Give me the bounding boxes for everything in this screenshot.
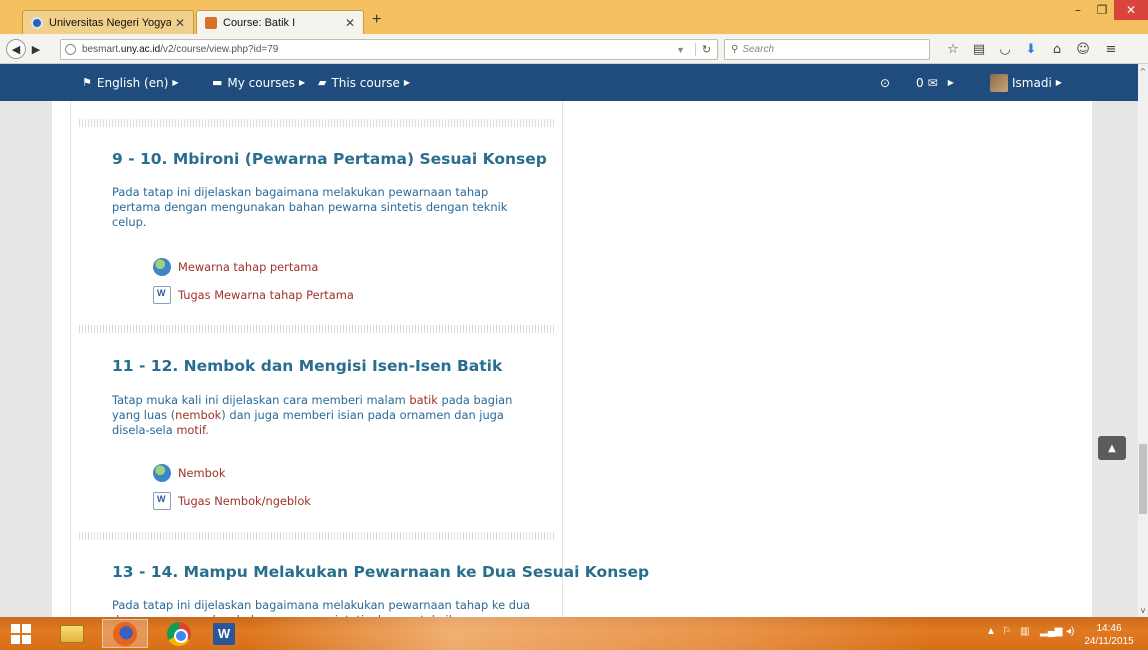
close-icon[interactable]: ✕ <box>345 16 355 30</box>
tab-course-batik[interactable]: Course: Batik I ✕ <box>196 10 364 34</box>
url-icon <box>153 464 171 482</box>
caret-right-icon: ▶ <box>403 78 411 87</box>
section-summary: Tatap muka kali ini dijelaskan cara memb… <box>112 393 513 437</box>
scroll-down-icon[interactable]: v <box>1138 605 1148 615</box>
activity-link[interactable]: Tugas Nembok/ngeblok <box>153 491 311 511</box>
chrome-button[interactable] <box>156 619 202 648</box>
this-course-menu[interactable]: ▰ This course ▶ <box>318 64 410 101</box>
envelope-icon: ✉ <box>927 75 938 90</box>
tab-label: Course: Batik I <box>223 16 296 29</box>
section-title: 11 - 12. Nembok dan Mengisi Isen-Isen Ba… <box>112 357 503 375</box>
section-summary: Pada tatap ini dijelaskan bagaimana mela… <box>112 598 531 617</box>
pocket-icon[interactable]: ◡ <box>996 41 1014 57</box>
section-divider <box>79 325 555 333</box>
url-icon <box>153 258 171 276</box>
activity-link[interactable]: Mewarna tahap pertama <box>153 257 318 277</box>
chrome-icon <box>167 621 191 646</box>
life-ring-icon: ⊙ <box>880 75 891 90</box>
file-explorer-button[interactable] <box>52 619 92 648</box>
taskbar-highlight <box>250 617 930 650</box>
bookmarks-menu-icon[interactable]: ▤ <box>970 41 988 57</box>
user-menu[interactable]: Ismadi ▶ <box>990 64 1062 101</box>
word-button[interactable]: W <box>204 619 244 648</box>
navigation-toolbar: ◀ ▶ besmart.uny.ac.id/v2/course/view.php… <box>0 34 1148 64</box>
assignment-icon <box>153 492 171 510</box>
caret-right-icon: ▶ <box>172 78 179 87</box>
signal-icon[interactable]: ▂▄▆ <box>1040 626 1062 637</box>
avatar <box>990 73 1008 92</box>
scroll-to-top-button[interactable]: ▲ <box>1098 436 1126 460</box>
menu-icon[interactable]: ≡ <box>1102 41 1120 57</box>
reload-icon[interactable]: ↻ <box>695 43 717 56</box>
moodle-favicon-icon <box>205 16 217 29</box>
word-icon: W <box>213 622 235 645</box>
caret-right-icon: ▶ <box>947 78 954 87</box>
caret-right-icon: ▶ <box>1055 78 1062 87</box>
moodle-navbar: ⚑ English (en) ▶ ▬ My courses ▶ ▰ This c… <box>0 64 1148 101</box>
bookmark-star-icon[interactable]: ☆ <box>944 41 962 57</box>
page-column: 9 - 10. Mbironi (Pewarna Pertama) Sesuai… <box>52 101 1092 617</box>
section-divider <box>79 119 555 127</box>
page-viewport: 9 - 10. Mbironi (Pewarna Pertama) Sesuai… <box>0 101 1148 617</box>
windows-logo-icon <box>11 623 31 644</box>
language-menu[interactable]: ⚑ English (en) ▶ <box>82 64 179 101</box>
flag-icon[interactable]: ⚐ <box>1002 626 1011 637</box>
firefox-icon <box>113 621 137 646</box>
search-input[interactable]: ⚲ Search <box>724 39 930 60</box>
section-summary: Pada tatap ini dijelaskan bagaimana mela… <box>112 185 508 229</box>
activity-link[interactable]: Tugas Mewarna tahap Pertama <box>153 285 354 305</box>
system-clock[interactable]: 14:46 24/11/2015 <box>1084 622 1134 648</box>
volume-icon[interactable]: ◂) <box>1066 626 1074 637</box>
new-tab-button[interactable]: + <box>372 11 381 29</box>
restore-button[interactable]: ❐ <box>1090 0 1114 20</box>
caret-right-icon: ▶ <box>299 78 306 87</box>
section-title: 13 - 14. Mampu Melakukan Pewarnaan ke Du… <box>112 563 650 581</box>
course-content: 9 - 10. Mbironi (Pewarna Pertama) Sesuai… <box>71 101 649 617</box>
back-button[interactable]: ◀ <box>6 39 26 59</box>
close-icon[interactable]: ✕ <box>175 16 185 30</box>
dropdown-icon[interactable]: ▼ <box>676 45 685 55</box>
network-icon[interactable]: ▥ <box>1020 626 1029 637</box>
start-button[interactable] <box>6 619 36 648</box>
activity-link[interactable]: Nembok <box>153 463 225 483</box>
forward-button[interactable]: ▶ <box>26 39 46 59</box>
url-text: besmart.uny.ac.id/v2/course/view.php?id=… <box>82 44 279 55</box>
home-icon[interactable]: ⌂ <box>1048 41 1066 57</box>
url-bar[interactable]: besmart.uny.ac.id/v2/course/view.php?id=… <box>60 39 718 60</box>
download-icon[interactable]: ⬇ <box>1022 41 1040 57</box>
scrollbar-thumb[interactable] <box>1139 444 1147 514</box>
briefcase-icon: ▬ <box>212 76 223 89</box>
show-hidden-icons-icon[interactable]: ▲ <box>986 626 996 637</box>
glossary-link[interactable]: nembok <box>175 408 221 422</box>
flag-icon: ⚑ <box>82 76 92 89</box>
glossary-link[interactable]: batik <box>409 393 437 407</box>
browser-title-bar: Universitas Negeri Yogyak... ✕ Course: B… <box>0 0 1148 34</box>
uny-favicon-icon <box>31 16 43 29</box>
scrollbar[interactable] <box>1138 64 1148 617</box>
assignment-icon <box>153 286 171 304</box>
tab-universitas[interactable]: Universitas Negeri Yogyak... ✕ <box>22 10 194 34</box>
search-icon: ⚲ <box>731 44 739 55</box>
messages-menu[interactable]: 0 ✉ ▶ <box>916 64 954 101</box>
my-courses-menu[interactable]: ▬ My courses ▶ <box>212 64 305 101</box>
section-divider <box>79 532 555 540</box>
minimize-button[interactable]: – <box>1066 0 1090 20</box>
book-icon: ▰ <box>318 76 327 89</box>
glossary-link[interactable]: motif <box>176 423 205 437</box>
site-info-icon[interactable] <box>65 44 76 55</box>
chat-icon[interactable]: ☺ <box>1074 41 1092 57</box>
folder-icon <box>60 624 84 643</box>
close-window-button[interactable]: ✕ <box>1114 0 1148 20</box>
section-title: 9 - 10. Mbironi (Pewarna Pertama) Sesuai… <box>112 150 547 168</box>
scroll-up-icon[interactable]: ^ <box>1138 66 1148 76</box>
notifications-button[interactable]: ⊙ <box>880 64 890 101</box>
firefox-button[interactable] <box>102 619 148 648</box>
tab-label: Universitas Negeri Yogyak... <box>49 16 171 29</box>
search-placeholder: Search <box>742 44 775 55</box>
